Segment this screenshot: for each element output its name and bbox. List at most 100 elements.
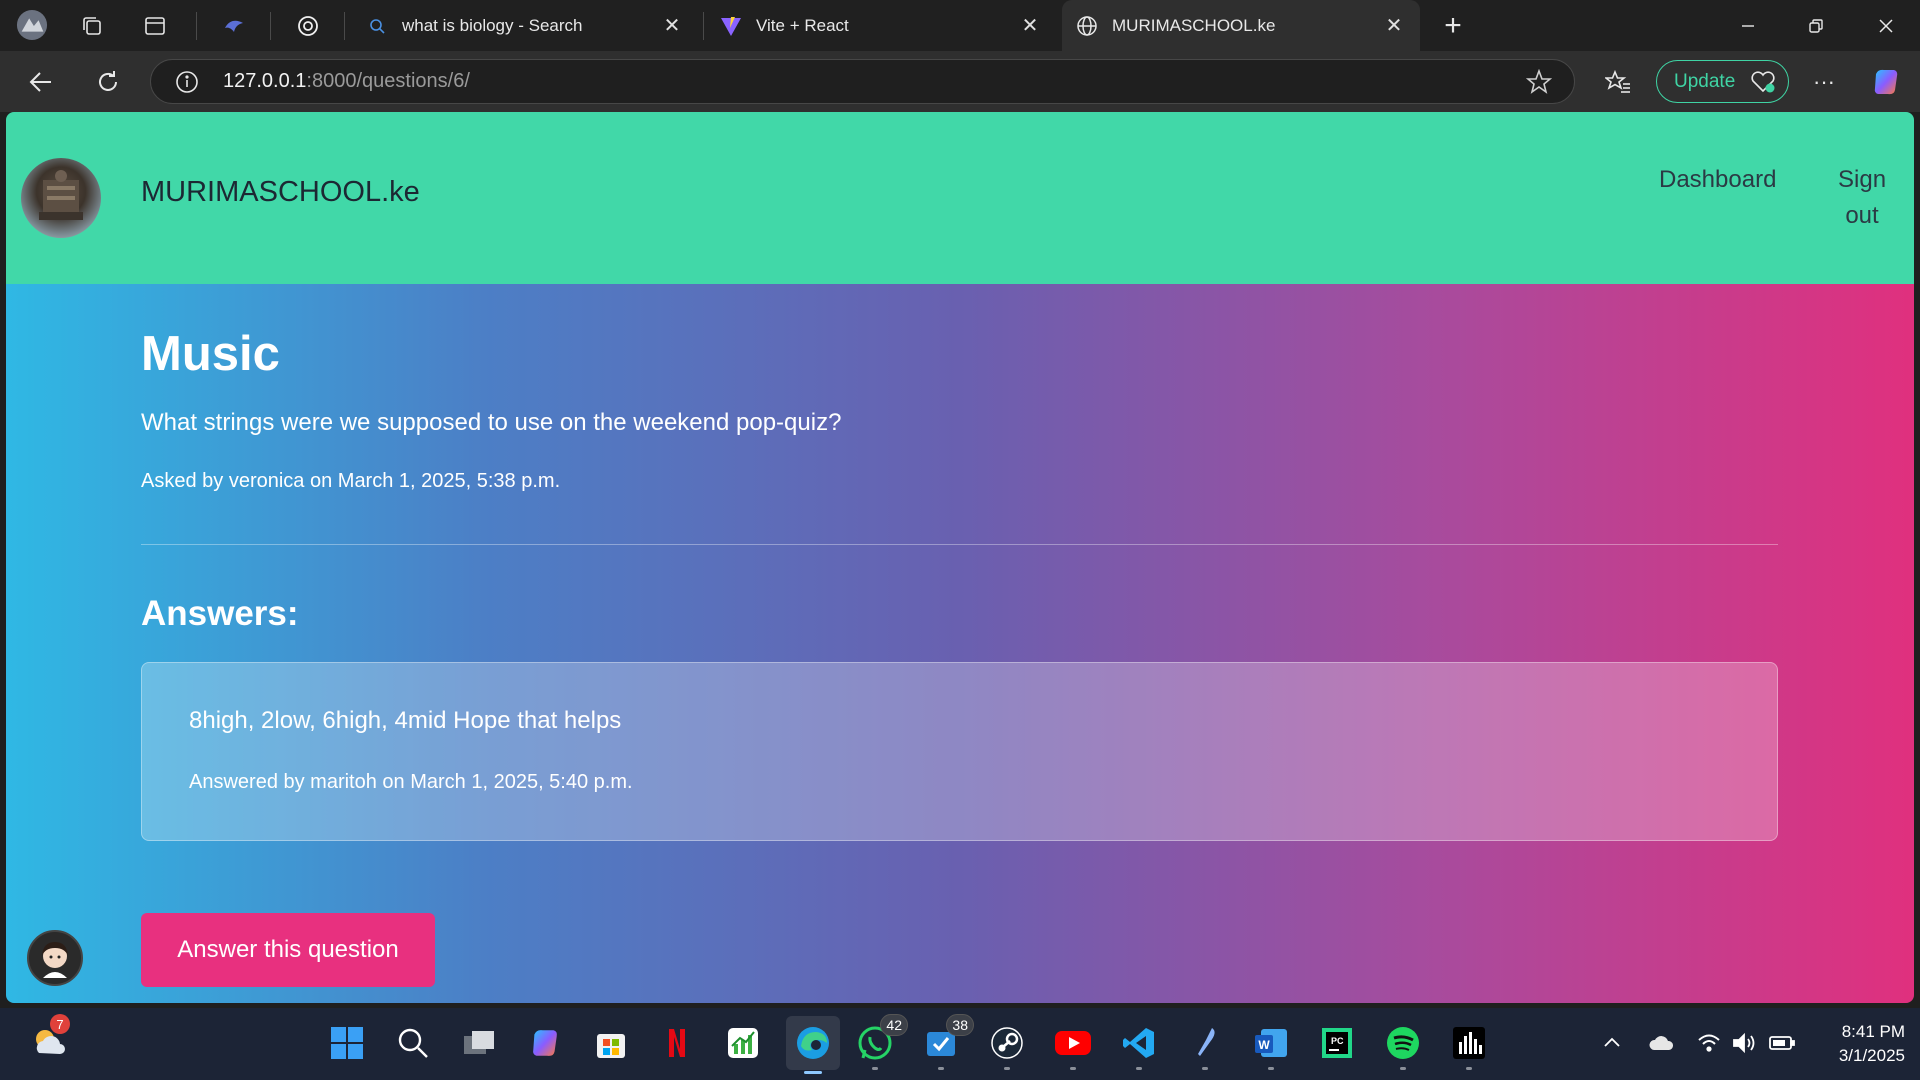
close-icon[interactable]: ✕ (1018, 14, 1042, 38)
more-menu-icon[interactable]: ··· (1802, 60, 1846, 104)
windows-taskbar: 7 42 38 W PC 8:41 PM 3/1/2025 (0, 1008, 1920, 1080)
signout-line-2: out (1845, 202, 1879, 229)
tab-vite-react[interactable]: Vite + React ✕ (706, 0, 1056, 51)
new-tab-plus-icon[interactable]: + (1437, 9, 1469, 42)
word-icon[interactable]: W (1248, 1020, 1294, 1070)
minimize-icon[interactable] (1714, 0, 1782, 51)
question-meta: Asked by veronica on March 1, 2025, 5:38… (141, 470, 561, 492)
running-indicator (1004, 1067, 1010, 1070)
site-info-icon[interactable] (175, 70, 199, 99)
refresh-icon[interactable] (86, 60, 130, 104)
whatsapp-badge: 42 (880, 1014, 908, 1036)
whatsapp-icon[interactable]: 42 (852, 1014, 908, 1070)
favorite-star-icon[interactable] (1525, 68, 1553, 100)
nav-dashboard-link[interactable]: Dashboard (1659, 162, 1776, 198)
microsoft-store-icon[interactable] (588, 1020, 634, 1066)
running-indicator (1136, 1067, 1142, 1070)
nav-signout-link[interactable]: Sign out (1838, 162, 1886, 234)
battery-icon[interactable] (1768, 1032, 1796, 1059)
task-view-icon[interactable] (456, 1020, 502, 1066)
tab-separator (196, 12, 197, 40)
tab-separator (703, 12, 704, 40)
site-logo[interactable] (21, 158, 101, 238)
running-indicator (1202, 1067, 1208, 1070)
running-indicator (1268, 1067, 1274, 1070)
address-bar[interactable]: 127.0.0.1:8000/questions/6/ (150, 59, 1575, 104)
tab-title: Vite + React (756, 15, 849, 35)
pycharm-icon[interactable]: PC (1314, 1020, 1360, 1066)
clock-time: 8:41 PM (1841, 1022, 1905, 1041)
todo-badge: 38 (946, 1014, 974, 1036)
update-button[interactable]: Update (1656, 60, 1789, 103)
globe-icon (1076, 15, 1098, 37)
todo-app-icon[interactable]: 38 (918, 1014, 974, 1070)
volume-icon[interactable] (1732, 1032, 1758, 1059)
edge-browser-icon[interactable] (786, 1016, 840, 1074)
svg-text:PC: PC (1331, 1036, 1344, 1046)
tab-title: what is biology - Search (402, 15, 583, 35)
close-window-icon[interactable] (1852, 0, 1920, 51)
vertical-tabs-icon[interactable] (139, 10, 171, 42)
profile-avatar-icon[interactable] (16, 9, 48, 41)
browser-tab-bar: what is biology - Search ✕ Vite + React … (0, 0, 1920, 51)
floating-avatar[interactable] (27, 930, 83, 986)
search-icon (366, 15, 388, 37)
favorites-icon[interactable] (1596, 60, 1640, 104)
tab-separator (344, 12, 345, 40)
pinned-tab-bird-icon[interactable] (218, 10, 250, 42)
svg-text:W: W (1258, 1038, 1270, 1052)
copilot-icon[interactable] (1864, 60, 1908, 104)
running-indicator (872, 1067, 878, 1070)
heart-update-icon (1750, 70, 1776, 100)
weather-badge: 7 (50, 1014, 70, 1034)
tab-murimaschool[interactable]: MURIMASCHOOL.ke ✕ (1062, 0, 1420, 51)
url-host: 127.0.0.1 (223, 70, 307, 92)
audio-app-icon[interactable] (1446, 1020, 1492, 1070)
page-viewport: MURIMASCHOOL.ke Dashboard Sign out Music… (6, 112, 1914, 1003)
youtube-icon[interactable] (1050, 1020, 1096, 1070)
workspaces-icon[interactable] (76, 10, 108, 42)
show-hidden-icons-chevron-icon[interactable] (1601, 1032, 1623, 1059)
url-path: :8000/questions/6/ (306, 70, 470, 92)
netflix-icon[interactable] (654, 1020, 700, 1066)
spotify-icon[interactable] (1380, 1020, 1426, 1070)
running-indicator (1466, 1067, 1472, 1070)
running-indicator (938, 1067, 944, 1070)
running-indicator (1400, 1067, 1406, 1070)
question-page: Music What strings were we supposed to u… (6, 284, 1914, 1003)
weather-widget-icon[interactable]: 7 (26, 1014, 72, 1066)
vscode-icon[interactable] (1116, 1020, 1162, 1070)
back-arrow-icon[interactable] (19, 60, 63, 104)
divider (141, 544, 1778, 545)
question-title: Music (141, 327, 280, 381)
question-body: What strings were we supposed to use on … (141, 409, 842, 436)
onedrive-cloud-icon[interactable] (1648, 1032, 1676, 1059)
pinned-tab-chatgpt-icon[interactable] (292, 10, 324, 42)
answer-card: 8high, 2low, 6high, 4mid Hope that helps… (141, 662, 1778, 841)
tab-separator (270, 12, 271, 40)
close-icon[interactable]: ✕ (660, 14, 684, 38)
active-indicator (804, 1071, 822, 1074)
answer-question-button[interactable]: Answer this question (141, 913, 435, 987)
clock-date: 3/1/2025 (1838, 1046, 1905, 1065)
answer-meta: Answered by maritoh on March 1, 2025, 5:… (189, 771, 633, 793)
answers-heading: Answers: (141, 594, 299, 633)
stocks-app-icon[interactable] (720, 1020, 766, 1066)
search-icon[interactable] (390, 1020, 436, 1066)
browser-toolbar: 127.0.0.1:8000/questions/6/ Update ··· (0, 51, 1920, 112)
site-brand[interactable]: MURIMASCHOOL.ke (141, 176, 420, 209)
vite-logo-icon (720, 15, 742, 37)
tab-title: MURIMASCHOOL.ke (1112, 15, 1276, 35)
answer-text: 8high, 2low, 6high, 4mid Hope that helps (189, 707, 622, 734)
site-header: MURIMASCHOOL.ke Dashboard Sign out (6, 112, 1914, 284)
copilot-taskbar-icon[interactable] (522, 1020, 568, 1066)
tab-search[interactable]: what is biology - Search ✕ (352, 0, 698, 51)
ink-app-icon[interactable] (1182, 1020, 1228, 1070)
update-label: Update (1674, 70, 1736, 92)
wifi-icon[interactable] (1697, 1032, 1721, 1059)
start-windows-icon[interactable] (324, 1020, 370, 1066)
restore-icon[interactable] (1782, 0, 1850, 51)
system-clock[interactable]: 8:41 PM 3/1/2025 (1805, 1020, 1905, 1068)
close-icon[interactable]: ✕ (1382, 14, 1406, 38)
steam-icon[interactable] (984, 1020, 1030, 1070)
